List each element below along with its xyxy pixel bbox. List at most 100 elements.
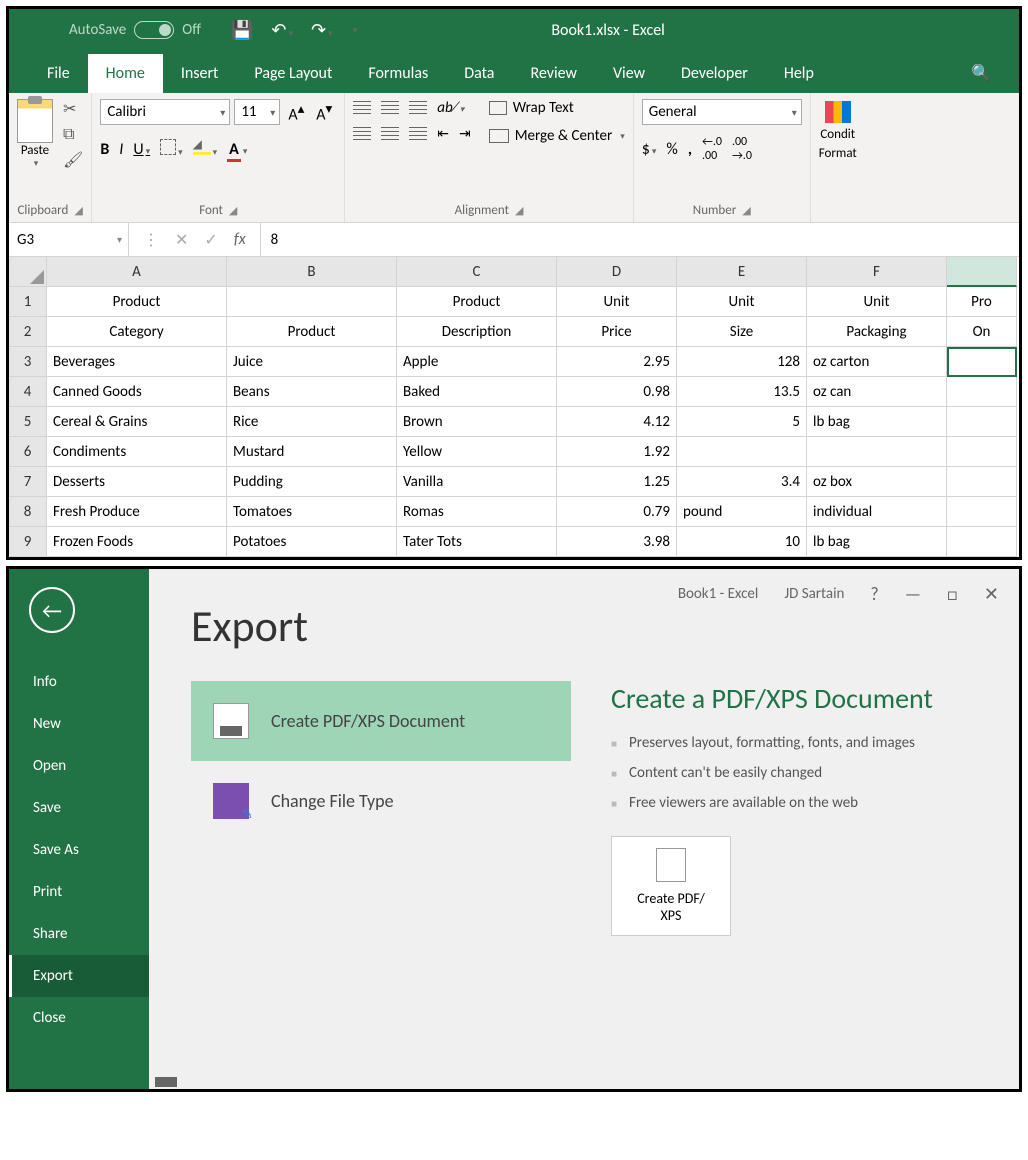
options-icon[interactable]: ⋮ (143, 230, 159, 250)
backstage-item-close[interactable]: Close (9, 997, 149, 1039)
column-header-G[interactable] (947, 257, 1017, 287)
comma-format-icon[interactable]: , (688, 140, 692, 159)
enter-icon[interactable]: ✓ (204, 230, 217, 250)
cell[interactable]: 10 (677, 527, 807, 557)
fill-color-button[interactable]: ▾ (193, 139, 218, 160)
wrap-text-button[interactable]: Wrap Text (489, 99, 625, 117)
tab-pagelayout[interactable]: Page Layout (236, 54, 350, 93)
cell[interactable]: Apple (397, 347, 557, 377)
create-pdf-xps-button[interactable]: Create PDF/ XPS (611, 836, 731, 936)
cell[interactable]: lb bag (807, 527, 947, 557)
cell[interactable]: Tater Tots (397, 527, 557, 557)
close-icon[interactable]: ✕ (984, 583, 999, 605)
cell[interactable]: Fresh Produce (47, 497, 227, 527)
backstage-item-save-as[interactable]: Save As (9, 829, 149, 871)
cell[interactable] (947, 347, 1017, 377)
tab-formulas[interactable]: Formulas (350, 54, 446, 93)
cell[interactable]: On (947, 317, 1017, 347)
column-header-D[interactable]: D (557, 257, 677, 287)
cell[interactable]: 1.25 (557, 467, 677, 497)
tab-data[interactable]: Data (446, 54, 512, 93)
cell[interactable]: oz can (807, 377, 947, 407)
column-header-B[interactable]: B (227, 257, 397, 287)
cell[interactable] (947, 497, 1017, 527)
insert-function-icon[interactable]: fx (234, 230, 246, 249)
row-header[interactable]: 1 (9, 287, 47, 317)
cell[interactable]: Product (47, 287, 227, 317)
cell[interactable]: 13.5 (677, 377, 807, 407)
backstage-item-print[interactable]: Print (9, 871, 149, 913)
cell[interactable] (947, 527, 1017, 557)
cell[interactable]: 3.4 (677, 467, 807, 497)
cell[interactable]: Yellow (397, 437, 557, 467)
column-header-A[interactable]: A (47, 257, 227, 287)
cell[interactable]: Product (397, 287, 557, 317)
orientation-icon[interactable]: ab⁄▾ (437, 99, 464, 117)
help-icon[interactable]: ? (870, 583, 878, 605)
cell[interactable]: Frozen Foods (47, 527, 227, 557)
underline-button[interactable]: U▾ (133, 140, 150, 159)
cell[interactable]: oz carton (807, 347, 947, 377)
align-top-icon[interactable] (353, 101, 371, 115)
decrease-font-icon[interactable]: A▾ (312, 100, 336, 124)
decrease-decimal-icon[interactable]: .00→.0 (732, 135, 752, 163)
font-color-button[interactable]: A▾ (227, 140, 247, 159)
cell[interactable]: Unit (677, 287, 807, 317)
percent-format-icon[interactable]: % (666, 140, 677, 159)
autosave-toggle[interactable]: AutoSave Off (69, 21, 201, 39)
cell[interactable] (947, 437, 1017, 467)
row-header[interactable]: 7 (9, 467, 47, 497)
cell[interactable]: 5 (677, 407, 807, 437)
cell[interactable]: individual (807, 497, 947, 527)
cell[interactable]: Desserts (47, 467, 227, 497)
cell[interactable]: Beverages (47, 347, 227, 377)
cell[interactable] (947, 407, 1017, 437)
cell[interactable]: 128 (677, 347, 807, 377)
cell[interactable]: Potatoes (227, 527, 397, 557)
cell[interactable]: Rice (227, 407, 397, 437)
column-header-F[interactable]: F (807, 257, 947, 287)
conditional-formatting-button[interactable]: Condit Format (819, 99, 857, 161)
cell[interactable]: Juice (227, 347, 397, 377)
cell[interactable]: Pudding (227, 467, 397, 497)
export-option-pdf[interactable]: Create PDF/XPS Document (191, 681, 571, 761)
accounting-format-icon[interactable]: $▾ (642, 140, 657, 159)
cell[interactable]: Mustard (227, 437, 397, 467)
align-middle-icon[interactable] (381, 101, 399, 115)
cell[interactable]: lb bag (807, 407, 947, 437)
maximize-icon[interactable]: □ (947, 583, 958, 605)
export-option-change-file-type[interactable]: Change File Type (191, 761, 571, 841)
dialog-launcher-icon[interactable]: ◢ (742, 204, 750, 217)
row-header[interactable]: 6 (9, 437, 47, 467)
cell[interactable]: Beans (227, 377, 397, 407)
dialog-launcher-icon[interactable]: ◢ (515, 204, 523, 217)
cell[interactable]: Packaging (807, 317, 947, 347)
cell[interactable]: 1.92 (557, 437, 677, 467)
cell[interactable]: Category (47, 317, 227, 347)
cell[interactable]: Pro (947, 287, 1017, 317)
cell[interactable]: 3.98 (557, 527, 677, 557)
cell[interactable]: Canned Goods (47, 377, 227, 407)
tell-me-search-icon[interactable]: 🔍 (953, 53, 1009, 93)
row-header[interactable]: 3 (9, 347, 47, 377)
merge-center-button[interactable]: Merge & Center▾ (489, 127, 625, 145)
tab-help[interactable]: Help (766, 54, 832, 93)
backstage-item-info[interactable]: Info (9, 661, 149, 703)
cell[interactable]: Vanilla (397, 467, 557, 497)
dialog-launcher-icon[interactable]: ◢ (74, 204, 82, 217)
row-header[interactable]: 4 (9, 377, 47, 407)
cell[interactable] (947, 467, 1017, 497)
decrease-indent-icon[interactable]: ⇤ (437, 125, 449, 142)
cell[interactable]: Brown (397, 407, 557, 437)
cancel-icon[interactable]: ✕ (175, 230, 188, 250)
tab-home[interactable]: Home (88, 54, 163, 93)
cell[interactable]: Price (557, 317, 677, 347)
cell[interactable]: pound (677, 497, 807, 527)
cell[interactable]: Cereal & Grains (47, 407, 227, 437)
name-box[interactable]: G3 (9, 223, 129, 256)
increase-indent-icon[interactable]: ⇥ (459, 125, 471, 142)
cell[interactable]: 2.95 (557, 347, 677, 377)
border-button[interactable]: ▾ (160, 139, 183, 160)
minimize-icon[interactable]: — (905, 583, 921, 605)
align-bottom-icon[interactable] (409, 101, 427, 115)
